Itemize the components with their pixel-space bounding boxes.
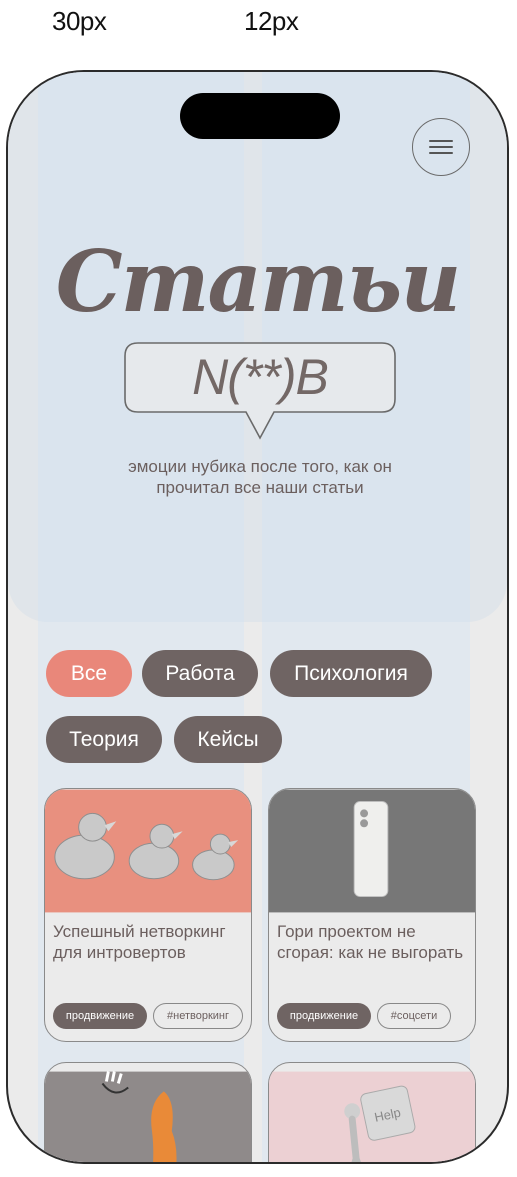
- article-card[interactable]: Help: [268, 1062, 476, 1162]
- filter-chip-cases[interactable]: Кейсы: [174, 716, 282, 763]
- hero-subtitle: эмоции нубика после того, как он прочита…: [128, 457, 392, 497]
- article-card[interactable]: Успешный нетворкинг для интровертов прод…: [44, 788, 252, 1042]
- hamburger-icon: [429, 140, 453, 154]
- page-title: Статьи: [55, 232, 462, 331]
- phone-frame: Статьи N(**)B эмоции нубика после того, …: [6, 70, 509, 1164]
- help-key-image: Help: [269, 1071, 475, 1162]
- margin-annotation: 30px: [52, 6, 107, 36]
- filter-chip-theory[interactable]: Теория: [46, 716, 162, 763]
- phone-image: [269, 789, 475, 913]
- card-title: Успешный нетворкинг для интровертов: [53, 922, 226, 962]
- article-card[interactable]: Гори проектом не сгорая: как не выгорать…: [268, 788, 476, 1042]
- article-card[interactable]: [44, 1062, 252, 1162]
- tag-chip[interactable]: #соцсети: [377, 1003, 451, 1029]
- noob-badge: N(**)B: [192, 349, 329, 405]
- silver-ducks-image: [45, 789, 251, 913]
- menu-button[interactable]: [412, 118, 470, 176]
- tag-chip[interactable]: #нетворкинг: [153, 1003, 243, 1029]
- filter-chip-psychology[interactable]: Психология: [270, 650, 432, 697]
- gutter-annotation: 12px: [244, 6, 299, 36]
- filter-chip-work[interactable]: Работа: [142, 650, 258, 697]
- tag-chip[interactable]: продвижение: [277, 1003, 371, 1029]
- card-title: Гори проектом не сгорая: как не выгорать: [277, 922, 464, 962]
- tag-chip[interactable]: продвижение: [53, 1003, 147, 1029]
- dynamic-island: [180, 93, 340, 139]
- hand-figure-image: [45, 1071, 251, 1162]
- filter-chip-all[interactable]: Все: [46, 650, 132, 697]
